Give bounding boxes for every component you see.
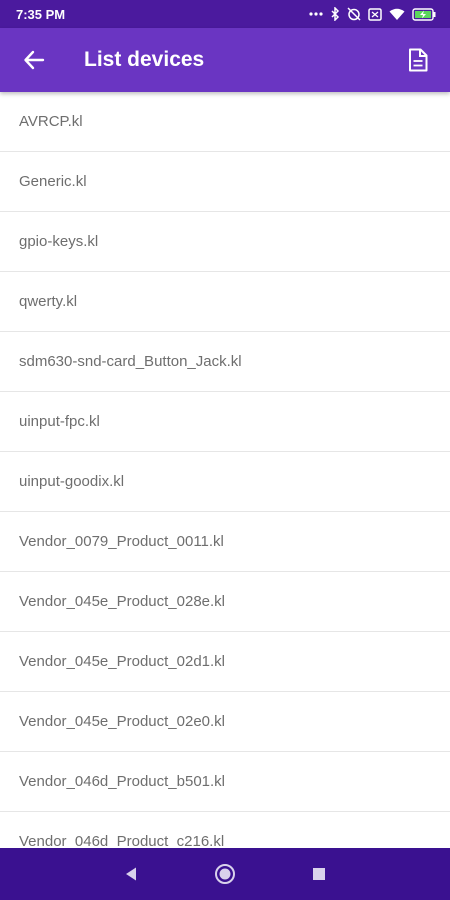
list-item[interactable]: gpio-keys.kl: [0, 212, 450, 272]
screen-box-icon: [368, 7, 382, 21]
status-time: 7:35 PM: [16, 6, 66, 22]
back-triangle-icon: [126, 867, 136, 881]
list-item-label: sdm630-snd-card_Button_Jack.kl: [19, 353, 242, 370]
list-item-label: Vendor_046d_Product_b501.kl: [19, 773, 226, 790]
bluetooth-icon: [330, 7, 340, 21]
list-item-label: Vendor_045e_Product_02e0.kl: [19, 713, 226, 730]
list-item[interactable]: Vendor_045e_Product_02e0.kl: [0, 692, 450, 752]
home-circle-icon: [215, 864, 235, 884]
list-item-label: Generic.kl: [19, 173, 87, 190]
list-item[interactable]: sdm630-snd-card_Button_Jack.kl: [0, 332, 450, 392]
app-bar: List devices: [0, 28, 450, 92]
nav-home-button[interactable]: [178, 848, 272, 900]
list-item[interactable]: uinput-fpc.kl: [0, 392, 450, 452]
list-item[interactable]: uinput-goodix.kl: [0, 452, 450, 512]
list-item[interactable]: qwerty.kl: [0, 272, 450, 332]
list-item[interactable]: Vendor_045e_Product_028e.kl: [0, 572, 450, 632]
alarm-off-icon: [347, 7, 361, 21]
list-item-label: uinput-goodix.kl: [19, 473, 125, 490]
page-title: List devices: [84, 48, 205, 71]
status-bar: 7:35 PM: [0, 0, 450, 28]
status-icons: [309, 7, 436, 21]
list-item-label: Vendor_045e_Product_028e.kl: [19, 593, 226, 610]
nav-back-button[interactable]: [84, 848, 178, 900]
list-item-label: AVRCP.kl: [19, 113, 83, 130]
document-button[interactable]: [390, 28, 446, 92]
battery-charging-icon: [412, 7, 436, 21]
list-item-label: uinput-fpc.kl: [19, 413, 100, 430]
document-icon: [409, 48, 428, 72]
list-item-label: qwerty.kl: [19, 293, 78, 310]
list-item[interactable]: Vendor_045e_Product_02d1.kl: [0, 632, 450, 692]
nav-recents-button[interactable]: [272, 848, 366, 900]
wifi-icon: [389, 8, 405, 21]
device-list[interactable]: AVRCP.kl Generic.kl gpio-keys.kl qwerty.…: [0, 92, 450, 848]
list-item[interactable]: Vendor_0079_Product_0011.kl: [0, 512, 450, 572]
list-item[interactable]: Vendor_046d_Product_c216.kl: [0, 812, 450, 848]
more-dots-icon: [309, 11, 323, 17]
list-item-label: gpio-keys.kl: [19, 233, 99, 250]
back-button[interactable]: [2, 28, 66, 92]
list-item[interactable]: Vendor_046d_Product_b501.kl: [0, 752, 450, 812]
list-item-label: Vendor_0079_Product_0011.kl: [19, 533, 224, 550]
list-item[interactable]: AVRCP.kl: [0, 92, 450, 152]
list-item-label: Vendor_045e_Product_02d1.kl: [19, 653, 226, 670]
recents-square-icon: [313, 868, 325, 880]
list-item[interactable]: Generic.kl: [0, 152, 450, 212]
list-item-label: Vendor_046d_Product_c216.kl: [19, 833, 225, 848]
arrow-back-icon: [24, 50, 45, 70]
system-nav-bar: [0, 848, 450, 900]
